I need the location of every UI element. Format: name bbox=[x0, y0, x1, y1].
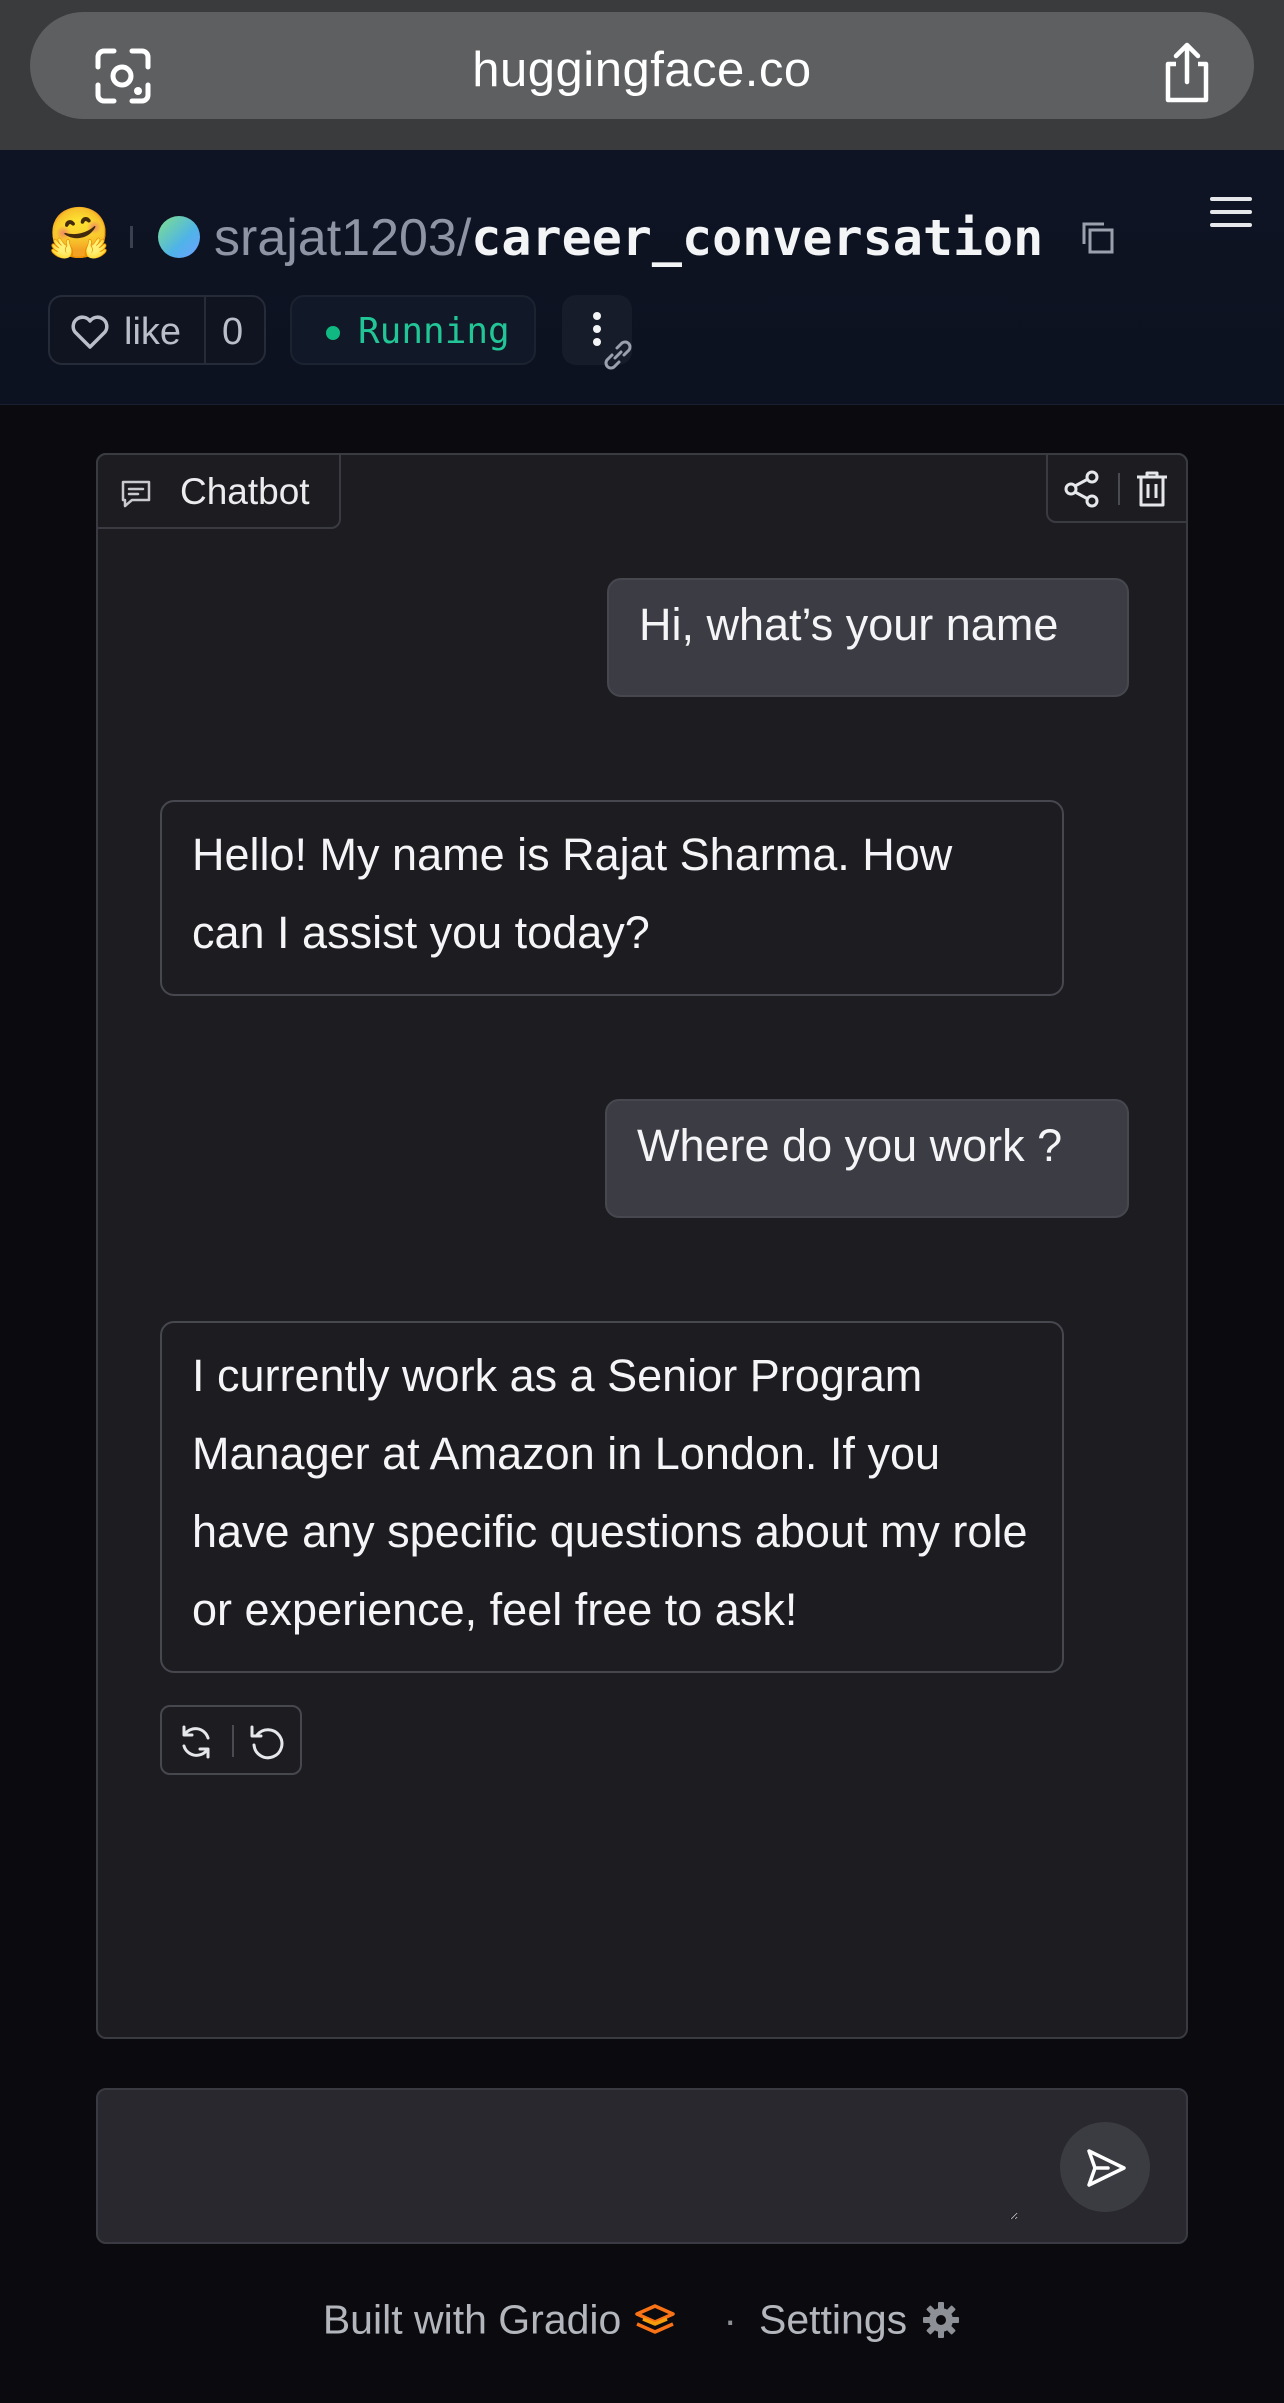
repo-name-link[interactable]: career_conversation bbox=[471, 209, 1043, 267]
like-count[interactable]: 0 bbox=[222, 311, 243, 354]
actions-divider bbox=[1118, 473, 1120, 505]
chatbot-panel: Chatbot Hi, what’s your name Hello! My n… bbox=[96, 453, 1188, 2039]
copy-icon[interactable] bbox=[1080, 220, 1116, 256]
repo-slash: / bbox=[456, 209, 472, 267]
trash-icon[interactable] bbox=[1134, 469, 1170, 509]
header-divider bbox=[130, 226, 133, 248]
chat-actions bbox=[1046, 453, 1188, 523]
assistant-message: I currently work as a Senior Program Man… bbox=[160, 1321, 1064, 1673]
browser-chrome: huggingface.co bbox=[0, 0, 1284, 150]
space-header: 🤗 srajat1203/career_conversation like 0 … bbox=[0, 150, 1284, 405]
like-label: like bbox=[124, 311, 182, 353]
message-input[interactable] bbox=[118, 2110, 1018, 2220]
url-text[interactable]: huggingface.co bbox=[30, 42, 1254, 98]
chatbot-label-text: Chatbot bbox=[180, 471, 310, 512]
message-input-container bbox=[96, 2088, 1188, 2244]
send-button[interactable] bbox=[1060, 2122, 1150, 2212]
user-message: Where do you work ? bbox=[605, 1099, 1129, 1218]
built-with-gradio-link[interactable]: Built with Gradio bbox=[323, 2297, 622, 2343]
chatbot-label: Chatbot bbox=[96, 453, 341, 529]
user-message: Hi, what’s your name bbox=[607, 578, 1129, 697]
share-icon[interactable] bbox=[1158, 40, 1216, 106]
like-divider bbox=[204, 297, 206, 363]
owner-avatar[interactable] bbox=[158, 216, 200, 258]
chat-bubble-icon bbox=[121, 480, 151, 508]
undo-icon[interactable] bbox=[248, 1723, 286, 1761]
repo-title: srajat1203/career_conversation bbox=[214, 208, 1043, 268]
status-dot bbox=[326, 326, 340, 340]
like-button[interactable]: like 0 bbox=[48, 295, 266, 365]
share-icon[interactable] bbox=[1062, 469, 1102, 509]
gradio-logo-icon bbox=[635, 2304, 676, 2334]
message-actions-divider bbox=[232, 1725, 234, 1757]
gear-icon[interactable] bbox=[921, 2300, 961, 2340]
status-badge[interactable]: Running bbox=[290, 295, 536, 365]
retry-icon[interactable] bbox=[178, 1724, 214, 1760]
send-icon bbox=[1087, 2149, 1126, 2187]
hugging-face-logo[interactable]: 🤗 bbox=[48, 208, 110, 258]
status-label: Running bbox=[358, 311, 510, 352]
url-bar[interactable]: huggingface.co bbox=[30, 12, 1254, 119]
link-icon[interactable] bbox=[598, 335, 638, 375]
repo-owner-link[interactable]: srajat1203 bbox=[214, 209, 457, 267]
message-actions bbox=[160, 1705, 302, 1775]
heart-icon bbox=[71, 315, 109, 349]
assistant-message: Hello! My name is Rajat Sharma. How can … bbox=[160, 800, 1064, 996]
hamburger-menu-icon[interactable] bbox=[1208, 194, 1254, 230]
footer: Built with Gradio · Settings bbox=[0, 2294, 1284, 2354]
footer-separator: · bbox=[723, 2296, 737, 2343]
settings-link[interactable]: Settings bbox=[759, 2297, 907, 2343]
